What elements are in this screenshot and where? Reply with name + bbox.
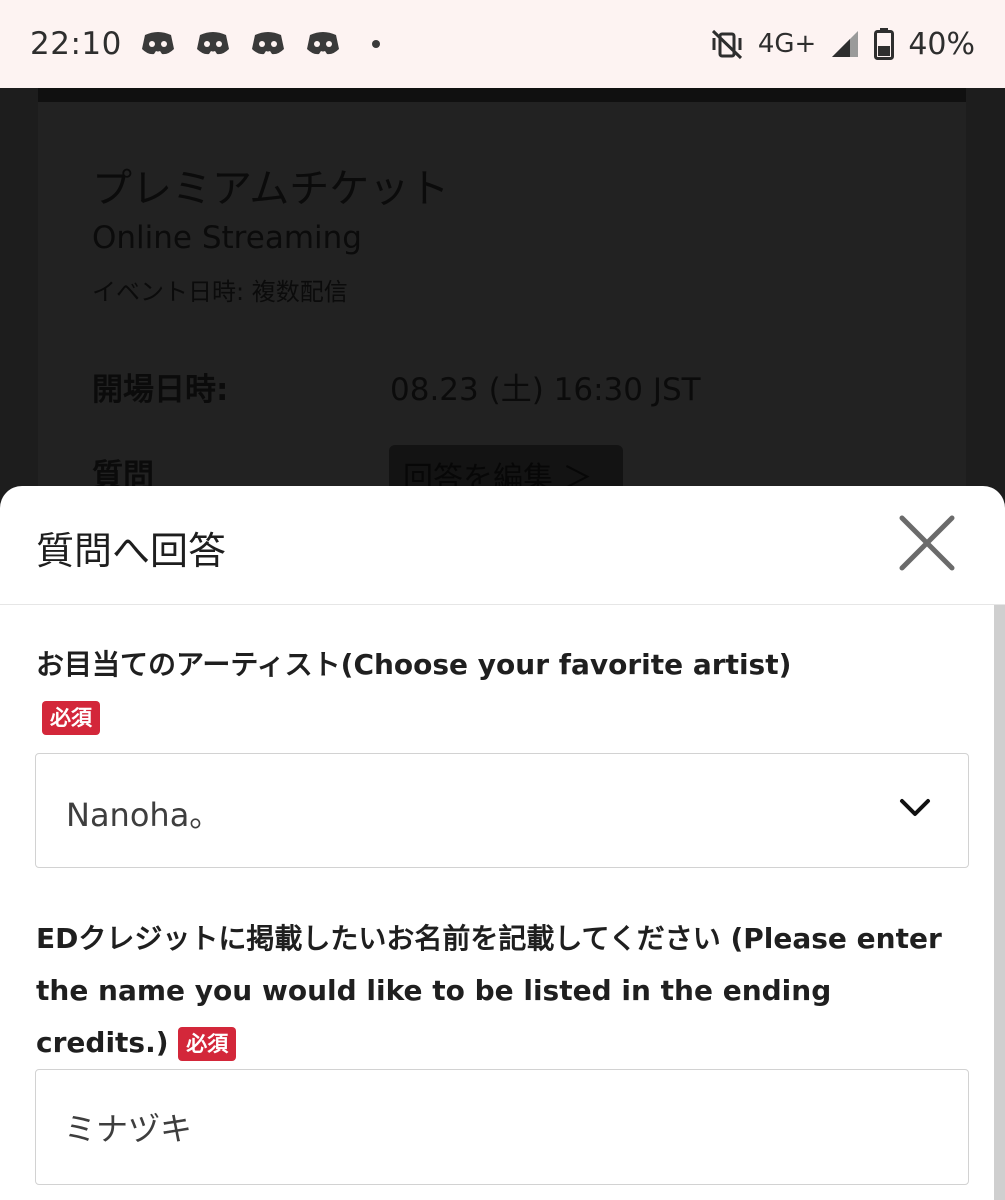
- question-artist-label: お目当てのアーティスト(Choose your favorite artist): [36, 648, 792, 681]
- discord-icon: [141, 32, 174, 55]
- network-type: 4G+: [757, 29, 817, 59]
- required-badge: 必須: [42, 701, 100, 735]
- battery-percent: 40%: [908, 26, 975, 62]
- artist-select[interactable]: Nanoha。: [35, 753, 969, 868]
- open-datetime-label: 開場日時:: [92, 372, 229, 408]
- ticket-title: プレミアムチケット: [92, 166, 450, 212]
- more-notifications-dot: [371, 40, 380, 48]
- discord-icon: [196, 32, 229, 55]
- event-datetime: イベント日時: 複数配信: [92, 278, 348, 306]
- status-right-group: 4G+ 40%: [710, 27, 975, 62]
- sheet-header: 質問へ回答: [0, 486, 1005, 605]
- ticket-subtitle: Online Streaming: [92, 220, 362, 256]
- answer-questions-sheet: 質問へ回答 お目当てのアーティスト(Choose your favorite a…: [0, 486, 1005, 1200]
- question-credit-name-text: EDクレジットに掲載したいお名前を記載してください (Please enter …: [36, 922, 942, 1059]
- signal-icon: [832, 31, 859, 57]
- scrollbar[interactable]: [994, 605, 1005, 1200]
- required-badge: 必須: [178, 1027, 237, 1061]
- status-time: 22:10: [30, 26, 122, 62]
- open-datetime-value: 08.23 (土) 16:30 JST: [390, 372, 701, 408]
- credit-name-input[interactable]: [35, 1069, 969, 1185]
- discord-icon: [306, 32, 339, 55]
- artist-select-value: Nanoha。: [66, 796, 222, 834]
- sheet-title: 質問へ回答: [36, 529, 227, 573]
- close-icon[interactable]: [894, 510, 960, 576]
- chevron-down-icon: [900, 799, 930, 816]
- discord-icon: [251, 32, 284, 55]
- background-banner: [38, 88, 966, 102]
- question-credit-name-label: EDクレジットに掲載したいお名前を記載してください (Please enter …: [36, 913, 966, 1069]
- status-bar: 22:10 4G+ 40%: [0, 0, 1005, 88]
- vibrate-muted-icon: [711, 29, 742, 60]
- battery-icon: [874, 28, 895, 60]
- sheet-body: お目当てのアーティスト(Choose your favorite artist)…: [0, 605, 1005, 1200]
- background-page: プレミアムチケット Online Streaming イベント日時: 複数配信 …: [0, 88, 1005, 512]
